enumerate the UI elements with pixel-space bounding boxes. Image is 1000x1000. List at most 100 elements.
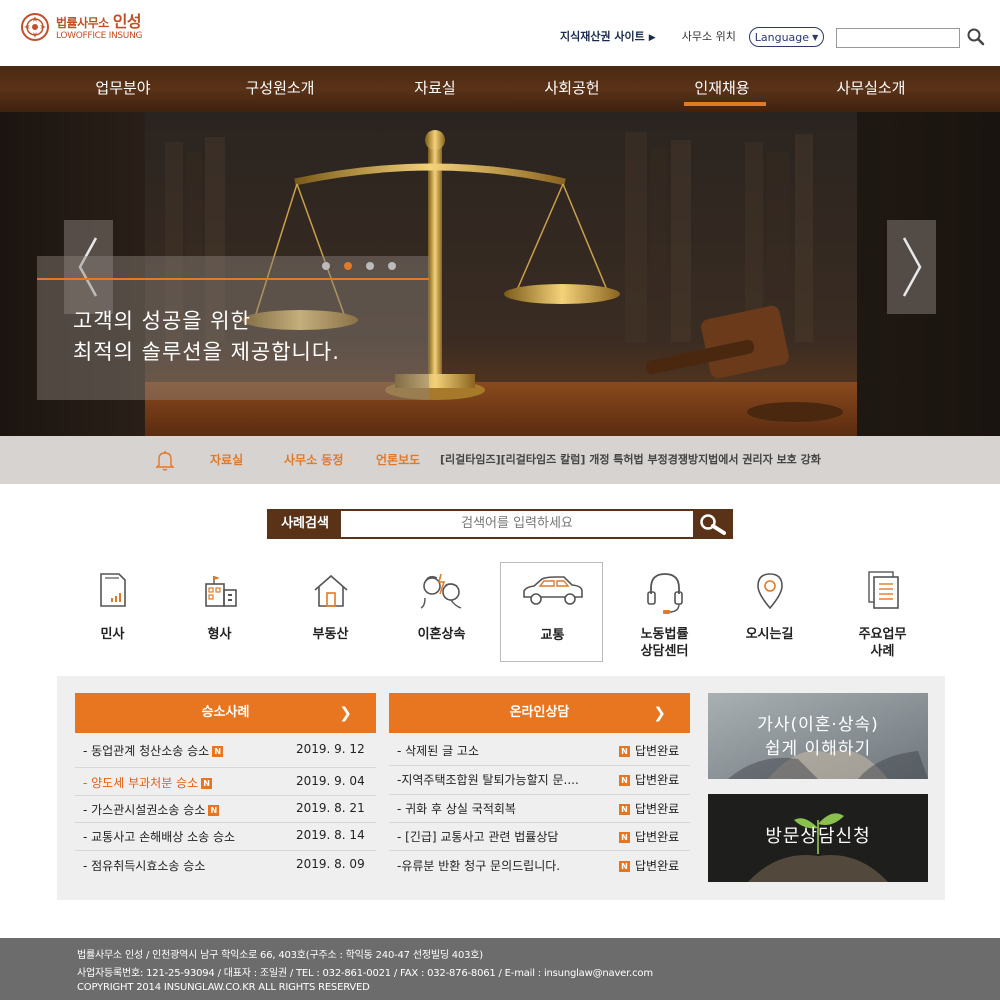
logo[interactable]: 법률사무소 인성 LOWOFFICE INSUNG [20, 12, 143, 42]
answer-status: 답변완료 [635, 830, 680, 844]
ticker-tab-office-news[interactable]: 사무소 동정 [284, 451, 343, 468]
nav-item-resources[interactable]: 자료실 [390, 66, 480, 112]
category-traffic[interactable]: 교통 [500, 562, 603, 662]
new-badge: N [619, 804, 630, 815]
list-item-date: 2019. 8. 09 [296, 857, 365, 871]
list-item-date: 2019. 9. 12 [296, 742, 365, 756]
category-directions[interactable]: 오시는길 [718, 562, 821, 662]
wins-panel-header[interactable]: 승소사례 ❯ [75, 693, 376, 733]
new-badge: N [212, 746, 224, 757]
divider [75, 767, 376, 768]
category-label: 민사 [100, 627, 125, 642]
list-item-title: - 교통사고 손해배상 소송 승소 [83, 830, 236, 844]
office-location-link[interactable]: 사무소 위치 [682, 28, 736, 44]
building-icon [168, 568, 271, 616]
divider [75, 850, 376, 851]
case-search-input[interactable]: 검색어를 입력하세요 [341, 511, 693, 537]
logo-line1: 법률사무소 [56, 15, 109, 30]
slider-dot-4[interactable] [388, 262, 396, 270]
list-item[interactable]: - 귀화 후 상실 국적회복 N 답변완료 [389, 800, 690, 818]
footer-address: 법률사무소 인성 / 인천광역시 남구 학익소로 66, 403호(구주소 : … [77, 950, 483, 961]
site-search-input[interactable] [836, 28, 960, 48]
slider-dot-1[interactable] [322, 262, 330, 270]
family-law-line1: 가사(이혼·상속) [757, 715, 879, 735]
wins-panel: 승소사례 ❯ - 동업관계 청산소송 승소 N 2019. 9. 12 - 양도세… [75, 693, 376, 883]
new-badge: N [201, 778, 213, 789]
search-icon[interactable] [966, 27, 986, 47]
logo-line2: LOWOFFICE INSUNG [56, 30, 143, 41]
nav-item-practice-areas[interactable]: 업무분야 [78, 66, 168, 112]
dropdown-arrow-icon: ▼ [812, 32, 819, 42]
list-item-title: - 점유취득시효소송 승소 [83, 859, 206, 873]
divider [75, 822, 376, 823]
online-consult-panel: 온라인상담 ❯ - 삭제된 글 고소 N 답변완료 -지역주택조합원 탈퇴가능할지… [389, 693, 690, 883]
new-badge: N [208, 805, 220, 816]
documents-list-icon [831, 568, 934, 616]
map-pin-icon [718, 568, 821, 616]
nav-item-social-contribution[interactable]: 사회공헌 [527, 66, 617, 112]
footer-copyright: COPYRIGHT 2014 INSUNGLAW.CO.KR ALL RIGHT… [77, 982, 370, 993]
new-badge: N [619, 861, 630, 872]
list-item-title: - [긴급] 교통사고 관련 법률상담 [397, 830, 559, 844]
document-chart-icon [61, 568, 164, 616]
slider-dot-3[interactable] [366, 262, 374, 270]
category-label: 주요업무 [858, 627, 907, 642]
language-label: Language [754, 30, 810, 44]
divider [389, 765, 690, 766]
couple-conflict-icon [390, 568, 493, 616]
language-select[interactable]: Language ▼ [749, 27, 824, 47]
ticker-tab-press[interactable]: 언론보도 [376, 451, 420, 468]
footer-business-info: 사업자등록번호: 121-25-93094 / 대표자 : 조일권 / TEL … [77, 968, 653, 979]
category-label: 이혼상속 [417, 627, 466, 642]
category-major-cases[interactable]: 주요업무 사례 [831, 562, 934, 662]
slider-dot-2[interactable] [344, 262, 352, 270]
car-icon [501, 569, 604, 617]
ticker-tab-resources[interactable]: 자료실 [210, 451, 243, 468]
hero-caption-box: 고객의 성공을 위한 최적의 솔루션을 제공합니다. [37, 256, 429, 400]
list-item-date: 2019. 8. 21 [296, 801, 365, 815]
case-search-button[interactable] [693, 511, 731, 537]
ip-site-link-label: 지식재산권 사이트 [560, 30, 645, 43]
category-label-line2: 상담센터 [640, 644, 689, 659]
answer-status: 답변완료 [635, 744, 680, 758]
case-search-label: 사례검색 [269, 511, 341, 537]
answer-status: 답변완료 [635, 773, 680, 787]
list-item-title: -지역주택조합원 탈퇴가능할지 문.... [397, 773, 579, 787]
list-item[interactable]: - 삭제된 글 고소 N 답변완료 [389, 742, 690, 760]
list-item[interactable]: - 양도세 부과처분 승소 N 2019. 9. 04 [75, 774, 376, 792]
consult-panel-title: 온라인상담 [509, 705, 570, 720]
ip-site-link[interactable]: 지식재산권 사이트 ▶ [560, 28, 656, 44]
logo-emblem-icon [20, 12, 50, 42]
visit-consultation-banner[interactable]: 방문상담신청 [708, 794, 928, 882]
new-badge: N [619, 832, 630, 843]
nav-item-office-intro[interactable]: 사무실소개 [826, 66, 916, 112]
list-item[interactable]: - 동업관계 청산소송 승소 N 2019. 9. 12 [75, 742, 376, 760]
category-labor-law-center[interactable]: 노동법률 상담센터 [613, 562, 716, 662]
category-label: 교통 [540, 628, 565, 643]
slider-next-button[interactable] [887, 220, 936, 314]
search-icon [700, 514, 726, 535]
play-arrow-icon: ▶ [648, 33, 656, 43]
category-divorce-inheritance[interactable]: 이혼상속 [390, 562, 493, 662]
list-item[interactable]: - 교통사고 손해배상 소송 승소 2019. 8. 14 [75, 828, 376, 846]
list-item[interactable]: - [긴급] 교통사고 관련 법률상담 N 답변완료 [389, 828, 690, 846]
list-item[interactable]: - 가스관시설권소송 승소 N 2019. 8. 21 [75, 801, 376, 819]
ticker-headline-link[interactable]: [리걸타임즈][리걸타임즈 칼럼] 개정 특허법 부정경쟁방지법에서 권리자 보… [440, 451, 821, 467]
category-civil[interactable]: 민사 [61, 562, 164, 662]
hero-slider: 고객의 성공을 위한 최적의 솔루션을 제공합니다. [0, 112, 1000, 436]
case-search-bar: 사례검색 검색어를 입력하세요 [267, 509, 733, 539]
list-item[interactable]: -유류분 반환 청구 문의드립니다. N 답변완료 [389, 857, 690, 875]
chevron-right-icon [902, 237, 922, 297]
category-criminal[interactable]: 형사 [168, 562, 271, 662]
answer-status: 답변완료 [635, 802, 680, 816]
category-real-estate[interactable]: 부동산 [279, 562, 382, 662]
family-law-guide-banner[interactable]: 가사(이혼·상속) 쉽게 이해하기 [708, 693, 928, 779]
visit-consultation-label: 방문상담신청 [765, 826, 871, 847]
list-item[interactable]: - 점유취득시효소송 승소 2019. 8. 09 [75, 857, 376, 875]
consult-panel-header[interactable]: 온라인상담 ❯ [389, 693, 690, 733]
nav-item-members[interactable]: 구성원소개 [235, 66, 325, 112]
chevron-right-icon: ❯ [339, 704, 352, 722]
list-item[interactable]: -지역주택조합원 탈퇴가능할지 문.... N 답변완료 [389, 771, 690, 789]
list-item-title: - 동업관계 청산소송 승소 [83, 744, 210, 758]
list-item-title: - 가스관시설권소송 승소 [83, 803, 206, 817]
